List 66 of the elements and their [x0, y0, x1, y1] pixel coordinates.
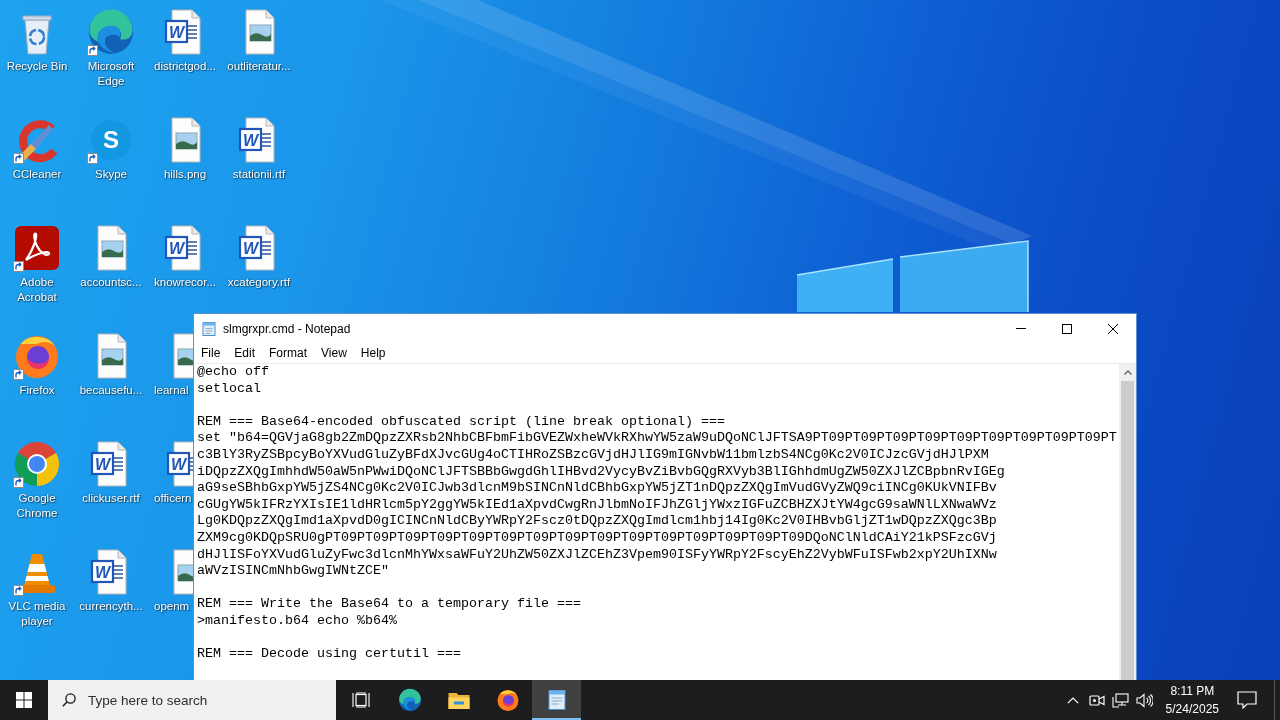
desktop-icon-label[interactable]: becausefu...: [79, 383, 143, 398]
code-line: cGUgYW5kIFRzYXIsIE1ldHRlcm5pY2ggYW5kIEd1aXpvdCwgRnJlbmNoIFJhZGljYWxzIGFuZCBHZXJtYW4gcG9saWNlLXNwaWVz: [197, 496, 997, 514]
edge-icon[interactable]: [87, 8, 135, 56]
desktop-icon-label[interactable]: openm: [154, 599, 190, 614]
maximize-icon: [1062, 323, 1072, 334]
desktop-icon-label[interactable]: CCleaner: [12, 167, 62, 182]
menu-item[interactable]: Edit: [227, 344, 263, 362]
network-icon: [1112, 692, 1130, 708]
scrollbar-thumb[interactable]: [1121, 381, 1134, 680]
firefox-icon: [495, 688, 520, 712]
speaker-icon: [1136, 692, 1154, 708]
clock-time[interactable]: 8:11 PM: [1170, 682, 1215, 700]
desktop-icon-label[interactable]: xcategory.rtf: [227, 275, 291, 290]
desktop-icon-label[interactable]: learnal: [154, 383, 189, 398]
code-line: >manifesto.b64 echo %b64%: [197, 612, 397, 630]
search-icon: [62, 693, 76, 707]
code-line: setlocal: [197, 380, 261, 398]
desktop-icon-label[interactable]: officern: [154, 491, 192, 506]
desktop-icon-label[interactable]: Microsoft Edge: [75, 59, 147, 89]
desktop-icon-label[interactable]: stationii.rtf: [232, 167, 286, 182]
code-line: REM === Write the Base64 to a temporary file ===: [197, 596, 581, 613]
code-line: iDQpzZXQgImhhdW50aW5nPWwiDQoNClJFTSBBbGwgdGhlIHBvd2VycyBvZiBvbGQgRXVyb3BlIGhhdmUgZW50ZXJlZCBpbnRvIGEg: [197, 463, 1005, 481]
menu-item[interactable]: View: [314, 344, 354, 362]
desktop-icon-label[interactable]: outliteratur...: [227, 59, 291, 74]
minimize-icon: [1016, 328, 1026, 329]
edge-icon: [397, 688, 422, 712]
chevron-up-icon: [1066, 696, 1079, 704]
code-line: aG9seSBhbGxpYW5jZS4NCg0Kc2V0ICJwb3dlcnM9bSINCnNldCBhbGxpYW5jZT1nDQpzZXQgImVudGVyZWQ9ciINCg0KUkVNIFBv: [197, 480, 997, 497]
code-line: REM === Decode using certutil ===: [197, 646, 461, 663]
acrobat-icon[interactable]: [13, 224, 61, 272]
code-line: c3BlY3RyZSBpcyBoYXVudGluZyBFdXJvcGUg4oCTIHRoZSBzcGVjdHJlIG9mIGNvbW11bmlzbS4NCg0Kc2V0ICJzcGVjdHJlPXM: [197, 446, 989, 464]
menu-item[interactable]: Help: [353, 344, 393, 362]
code-line: set "b64=QGVjaG8gb2ZmDQpzZXRsb2NhbCBFbmFibGVEZWxheWVkRXhwYW5zaW9uDQoNClJFTSA9PT09PT09PT09PT09PT09PT09PT09PT09PT09PT: [197, 430, 1117, 447]
clock-date[interactable]: 5/24/2025: [1165, 700, 1219, 718]
vertical-scrollbar[interactable]: [1119, 364, 1136, 680]
code-line: @echo off: [197, 364, 269, 381]
desktop-icon-label[interactable]: Recycle Bin: [6, 59, 68, 74]
windows-logo-icon: [16, 692, 32, 708]
video-camera-icon: [1088, 692, 1105, 708]
desktop-icon-label[interactable]: clickuser.rtf: [82, 491, 140, 506]
desktop-icon-label[interactable]: Google Chrome: [1, 491, 73, 521]
desktop-icon-label[interactable]: districtgod...: [154, 59, 216, 74]
desktop-icon-label[interactable]: accountsc...: [80, 275, 142, 290]
desktop-icon-label[interactable]: Adobe Acrobat: [1, 275, 73, 305]
desktop-icon-label[interactable]: currencyth...: [79, 599, 143, 614]
desktop-icon-label[interactable]: Skype: [95, 167, 127, 182]
search-field[interactable]: Type here to search: [48, 680, 336, 720]
notepad-button[interactable]: [532, 680, 581, 720]
desktop-icon-label[interactable]: hills.png: [163, 167, 207, 182]
menu-item[interactable]: Format: [262, 344, 315, 362]
speech-bubble-icon: [1237, 691, 1257, 709]
code-line: ZXM9cg0KDQpSRU0gPT09PT09PT09PT09PT09PT09PT09PT09PT09PT09PT09PT09PT09PT09PT09DQoNClNldCAiY21kPSFzcGVj: [197, 529, 997, 547]
code-line: aWVzISINCmNhbGwgIWNtZCE": [197, 563, 389, 580]
desktop-icon-label[interactable]: VLC media player: [1, 599, 73, 629]
window-title: slmgrxpr.cmd - Notepad: [223, 320, 351, 338]
code-line: REM === Base64-encoded obfuscated script (line break optional) ===: [197, 413, 725, 431]
task-view-icon: [351, 692, 370, 708]
desktop-icon-label[interactable]: knowrecor...: [154, 275, 216, 290]
code-line: Lg0KDQpzZXQgImd1aXpvdD0gICINCnNldCByYWRpY2Fscz0tDQpzZXQgImdlcm1hbj14Ig0Kc2V0IHBvbGljZT1wDQpzZXQgc3Bp: [197, 513, 997, 530]
chevron-up-icon: [1123, 370, 1132, 375]
menu-item[interactable]: File: [194, 344, 228, 362]
code-line: dHJlISFoYXVudGluZyFwc3dlcnMhYWxsaWFuY2UhZW50ZXJlZCEhZ3Vpem90ISFyYWRpY2FscyEhZ2VybWFuISFwb2xpY2UhIXNw: [197, 546, 997, 564]
notepad-icon: [201, 320, 217, 337]
desktop-icon-label[interactable]: Firefox: [19, 383, 55, 398]
close-icon: [1108, 323, 1118, 334]
chrome-icon[interactable]: [13, 440, 61, 488]
